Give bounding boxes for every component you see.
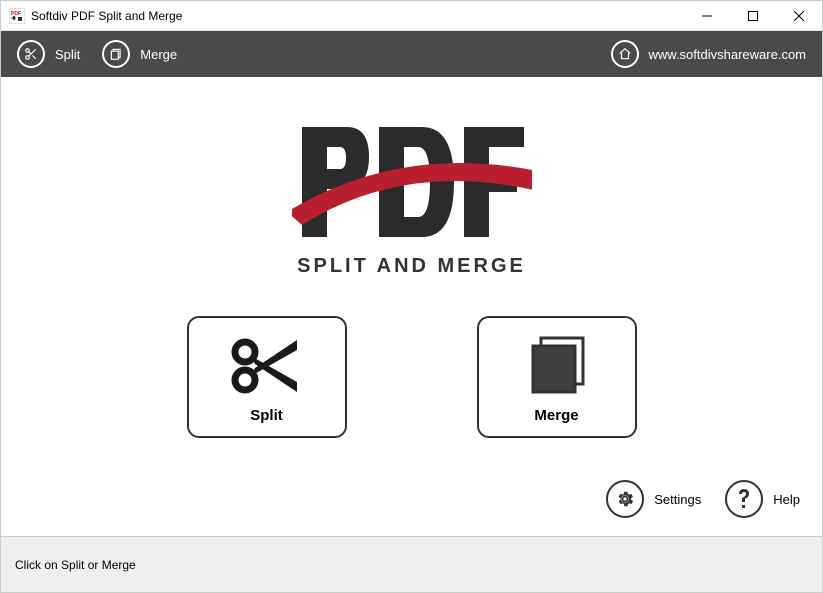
toolbar-split-button[interactable]: Split (17, 40, 80, 68)
pdf-logo-icon (292, 117, 532, 257)
gear-icon (606, 480, 644, 518)
merge-card-label: Merge (534, 407, 578, 424)
main-content: SPLIT AND MERGE Split Merge (1, 77, 822, 536)
merge-card[interactable]: Merge (477, 316, 637, 438)
logo-subtitle: SPLIT AND MERGE (297, 255, 526, 278)
split-card[interactable]: Split (187, 316, 347, 438)
question-icon (725, 480, 763, 518)
settings-button[interactable]: Settings (606, 480, 701, 518)
app-logo: SPLIT AND MERGE (292, 117, 532, 278)
maximize-button[interactable] (730, 1, 776, 30)
toolbar-merge-label: Merge (140, 47, 177, 62)
window-controls (684, 1, 822, 30)
app-icon: PDF (9, 8, 25, 24)
stack-icon (525, 331, 589, 401)
titlebar: PDF Softdiv PDF Split and Merge (1, 1, 822, 31)
scissors-icon (17, 40, 45, 68)
settings-label: Settings (654, 492, 701, 507)
close-button[interactable] (776, 1, 822, 30)
toolbar-merge-button[interactable]: Merge (102, 40, 177, 68)
split-card-label: Split (250, 407, 283, 424)
toolbar-home-link[interactable]: www.softdivshareware.com (611, 40, 807, 68)
toolbar-home-url: www.softdivshareware.com (649, 47, 807, 62)
bottom-actions: Settings Help (606, 480, 800, 518)
help-button[interactable]: Help (725, 480, 800, 518)
statusbar: Click on Split or Merge (1, 536, 822, 592)
action-cards: Split Merge (187, 316, 637, 438)
help-label: Help (773, 492, 800, 507)
scissors-icon (231, 331, 303, 401)
svg-text:PDF: PDF (11, 11, 21, 17)
home-icon (611, 40, 639, 68)
toolbar-split-label: Split (55, 47, 80, 62)
minimize-button[interactable] (684, 1, 730, 30)
window-title: Softdiv PDF Split and Merge (31, 9, 684, 23)
toolbar: Split Merge www.softdivshareware.com (1, 31, 822, 77)
stack-icon (102, 40, 130, 68)
status-message: Click on Split or Merge (15, 558, 136, 572)
